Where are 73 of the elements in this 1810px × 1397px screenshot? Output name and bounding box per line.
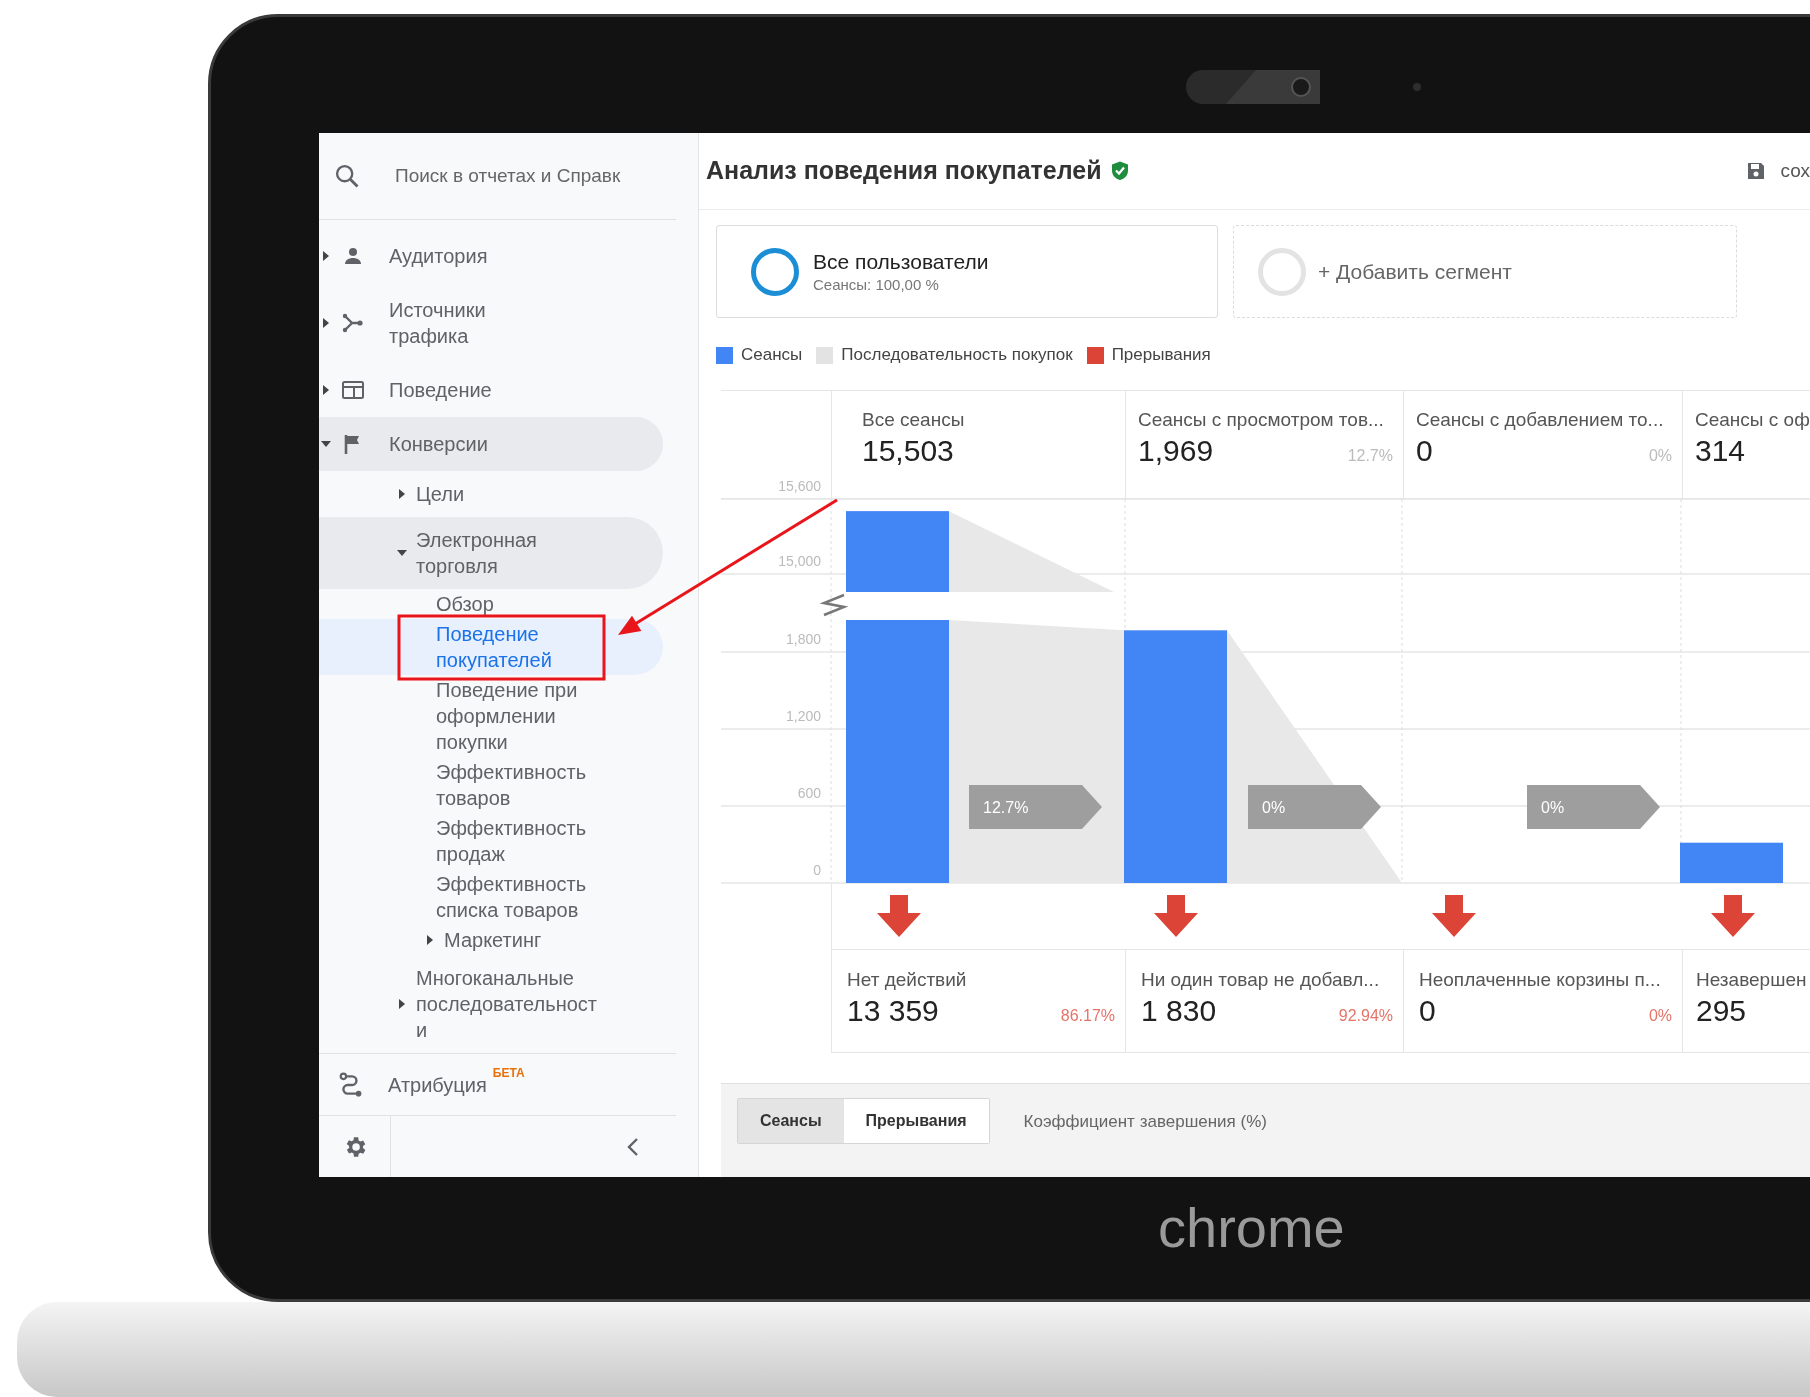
down-arrow-icon xyxy=(1154,895,1198,937)
save-button[interactable]: сох xyxy=(1746,156,1810,186)
axis-tick-label: 1,200 xyxy=(785,708,821,724)
tab[interactable]: Прерывания xyxy=(843,1099,989,1143)
drop-off-label: Незавершен xyxy=(1696,968,1808,992)
segment-title: Все пользователи xyxy=(813,248,989,275)
brand-label: chrome xyxy=(1158,1196,1345,1260)
step-label: Все сеансы xyxy=(862,408,966,432)
drop-off-percent: 92.94% xyxy=(1338,1006,1393,1026)
axis-tick-label: 1,800 xyxy=(785,631,821,647)
conversion-tag: 0% xyxy=(1248,785,1381,829)
sidebar-item[interactable]: Обзор xyxy=(319,589,663,619)
sidebar-item[interactable]: Конверсии xyxy=(319,417,663,471)
floppy-icon xyxy=(1746,161,1767,181)
search-field[interactable]: Поиск в отчетах и Справк xyxy=(395,161,645,191)
sidebar-item[interactable]: Эффективность товаров xyxy=(319,757,663,813)
axis-tick-label: 0 xyxy=(813,862,821,878)
drop-off-percent: 86.17% xyxy=(1060,1006,1115,1026)
axis-tick-label: 15,600 xyxy=(778,478,821,494)
drop-off-label: Ни один товар не добавл... xyxy=(1141,968,1381,992)
collapse-icon[interactable] xyxy=(625,1135,641,1158)
drop-off-value: 13 359 xyxy=(847,993,939,1029)
sidebar-item[interactable]: Цели xyxy=(319,471,663,517)
page-title: Анализ поведения покупателей xyxy=(706,155,1102,187)
axis-break-icon xyxy=(819,593,849,617)
sidebar-item[interactable]: Многоканальные последовательности xyxy=(319,955,663,1053)
down-arrow-icon xyxy=(877,895,921,937)
axis-tick-label: 600 xyxy=(797,785,821,801)
legend-label: Сеансы xyxy=(741,344,803,367)
step-value: 1,969 xyxy=(1138,433,1214,469)
segment-title: + Добавить сегмент xyxy=(1318,258,1512,285)
route-icon xyxy=(338,1071,364,1098)
step-label: Сеансы с добавлением то... xyxy=(1416,408,1665,432)
drop-off-value: 295 xyxy=(1696,993,1747,1029)
drop-off-label: Неоплаченные корзины п... xyxy=(1419,968,1662,992)
conversion-tag: 12.7% xyxy=(969,785,1102,829)
drop-off-percent: 0% xyxy=(1648,1006,1672,1026)
axis-tick-label: 15,000 xyxy=(778,553,821,569)
step-percent: 0% xyxy=(1648,446,1672,466)
tab[interactable]: Сеансы xyxy=(738,1099,844,1143)
sidebar-item[interactable]: Эффективность списка товаров xyxy=(319,869,663,925)
down-arrow-icon xyxy=(1432,895,1476,937)
item-label: Атрибуция xyxy=(388,1072,487,1098)
drop-off-label: Нет действий xyxy=(847,968,968,992)
sidebar-item[interactable]: Поведение при оформлении покупки xyxy=(319,675,663,757)
search-icon xyxy=(333,162,361,190)
sidebar-item[interactable]: Поведение xyxy=(319,363,663,417)
branches-icon xyxy=(341,311,365,335)
sidebar-item[interactable]: Электронная торговля xyxy=(319,517,663,589)
sidebar-item[interactable]: Источники трафика xyxy=(319,283,663,363)
legend-label: Прерывания xyxy=(1111,344,1211,367)
step-value: 314 xyxy=(1695,433,1746,469)
sidebar-item[interactable]: Эффективность продаж xyxy=(319,813,663,869)
drop-off-value: 1 830 xyxy=(1141,993,1217,1029)
step-value: 15,503 xyxy=(862,433,954,469)
segment-ring-icon xyxy=(1258,247,1306,296)
metric-label: Коэффициент завершения (%) xyxy=(1023,1111,1267,1133)
step-value: 0 xyxy=(1416,433,1433,469)
step-label: Сеансы с оф xyxy=(1695,408,1810,432)
sidebar-item[interactable]: Аудитория xyxy=(319,229,663,283)
step-label: Сеансы с просмотром тов... xyxy=(1138,408,1385,432)
legend-label: Последовательность покупок xyxy=(841,344,1073,367)
segment-ring-icon xyxy=(751,247,799,296)
segment-subtitle: Сеансы: 100,00 % xyxy=(813,274,940,295)
down-arrow-icon xyxy=(1711,895,1755,937)
step-percent: 12.7% xyxy=(1347,446,1393,466)
segment-card[interactable]: Все пользователи Сеансы: 100,00 % xyxy=(716,225,1218,318)
window-icon xyxy=(341,378,365,402)
conversion-tag: 0% xyxy=(1527,785,1660,829)
sidebar-item[interactable]: Маркетинг xyxy=(319,925,663,955)
sidebar-item[interactable]: Поведение покупателей xyxy=(319,619,663,675)
drop-off-value: 0 xyxy=(1419,993,1436,1029)
add-segment-card[interactable]: + Добавить сегмент xyxy=(1233,225,1737,318)
